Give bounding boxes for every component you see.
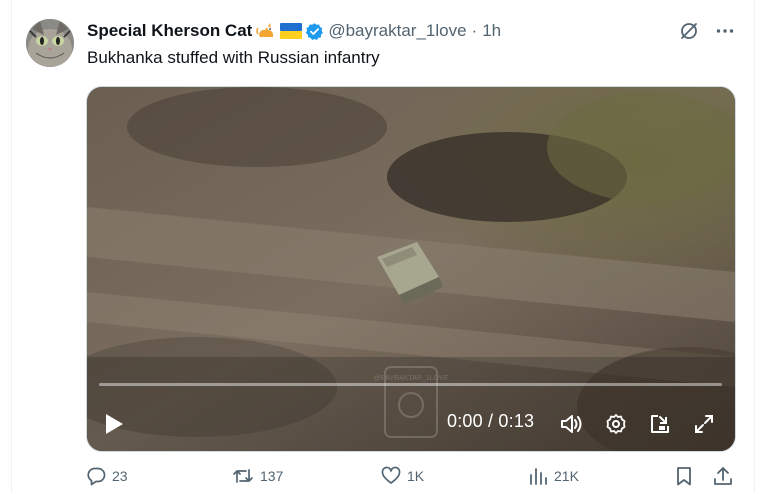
video-controls: 0:00 / 0:13 xyxy=(87,399,735,449)
like-button[interactable]: 1K xyxy=(381,466,424,486)
bookmark-button[interactable] xyxy=(675,466,693,486)
more-icon[interactable] xyxy=(714,20,736,42)
tweet-action-bar: 23 137 1K 21K xyxy=(0,466,771,494)
reply-count: 23 xyxy=(112,468,128,484)
video-frame-drone-footage: @BAYRAKTAR_1LOVE xyxy=(87,87,735,451)
share-icon xyxy=(714,467,732,485)
tweet-card[interactable]: Special Kherson Cat @bayraktar_1love · 1… xyxy=(0,0,771,493)
video-player[interactable]: @BAYRAKTAR_1LOVE 0:00 / 0:13 xyxy=(86,86,736,452)
display-name[interactable]: Special Kherson Cat xyxy=(87,21,252,41)
reply-button[interactable]: 23 xyxy=(86,466,128,486)
video-progress-bar[interactable] xyxy=(99,383,722,386)
reply-icon xyxy=(87,467,106,486)
separator-dot: · xyxy=(471,21,478,40)
like-count: 1K xyxy=(407,468,425,484)
share-button[interactable] xyxy=(713,466,733,486)
tweet-text: Bukhanka stuffed with Russian infantry xyxy=(87,48,380,67)
timeline-border-right xyxy=(754,0,755,493)
views-button[interactable]: 21K xyxy=(528,466,579,486)
grok-icon[interactable] xyxy=(678,20,700,42)
volume-icon[interactable] xyxy=(559,411,585,437)
fullscreen-icon[interactable] xyxy=(691,411,717,437)
timestamp[interactable]: 1h xyxy=(482,21,501,41)
video-timecode: 0:00 / 0:13 xyxy=(447,411,535,431)
avatar[interactable] xyxy=(26,19,74,67)
repost-count: 137 xyxy=(260,468,284,484)
like-icon xyxy=(381,466,401,484)
user-handle[interactable]: @bayraktar_1love xyxy=(328,21,466,41)
views-icon xyxy=(530,468,547,485)
views-count: 21K xyxy=(554,468,579,484)
timeline-border-left xyxy=(11,0,12,493)
tweet-header: Special Kherson Cat @bayraktar_1love · 1… xyxy=(87,20,501,42)
ukraine-flag-emoji xyxy=(280,23,303,39)
repost-icon xyxy=(233,469,253,483)
repost-button[interactable]: 137 xyxy=(232,466,283,486)
tweet-top-actions xyxy=(678,20,736,42)
settings-icon[interactable] xyxy=(603,411,629,437)
pip-icon[interactable] xyxy=(647,411,673,437)
verified-badge-icon[interactable] xyxy=(305,22,324,41)
cat-emoji xyxy=(256,21,276,41)
play-icon[interactable] xyxy=(101,411,127,437)
avatar-cat-image xyxy=(26,19,74,67)
bookmark-icon xyxy=(677,467,691,486)
